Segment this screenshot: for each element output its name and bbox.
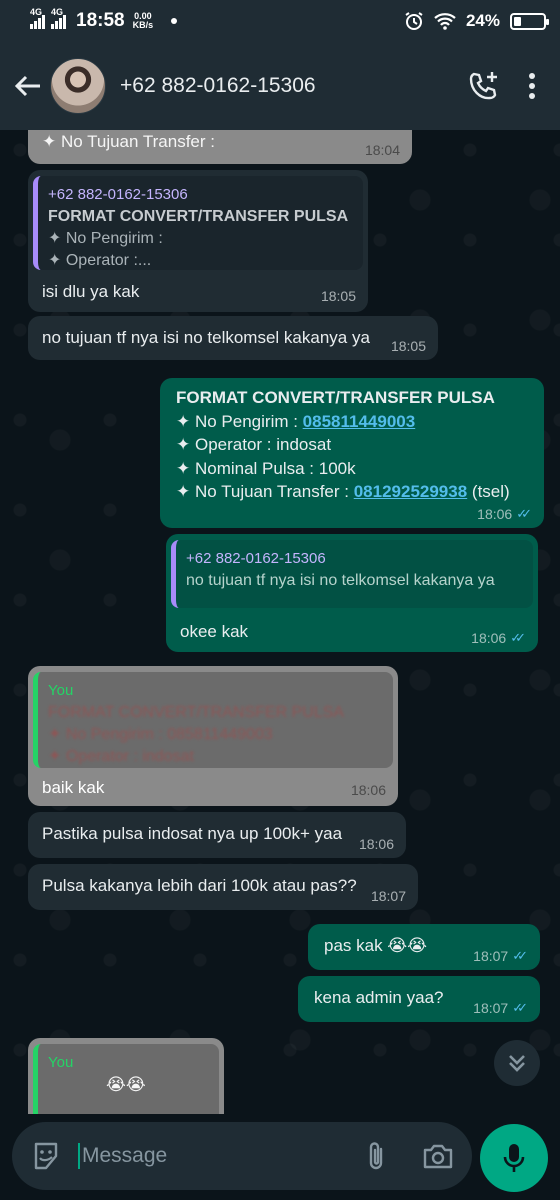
message-time: 18:06: [358, 836, 394, 852]
mic-icon: [503, 1144, 525, 1172]
format-line-destination: ✦ No Tujuan Transfer : 081292529938 (tse…: [176, 480, 510, 504]
voice-message-button[interactable]: [480, 1124, 548, 1192]
message-time: 18:05: [390, 338, 426, 354]
add-call-icon[interactable]: [468, 70, 500, 102]
format-line-sender: ✦ No Pengirim : 085811449003: [176, 410, 510, 434]
message-incoming[interactable]: ✦ No Tujuan Transfer : 18:04: [28, 130, 412, 164]
quoted-sender: You: [48, 1054, 74, 1071]
quoted-message[interactable]: +62 882-0162-15306 no tujuan tf nya isi …: [171, 540, 533, 608]
message-text: Pastika pulsa indosat nya up 100k+ yaa: [42, 824, 343, 843]
message-time: 18:06: [471, 630, 507, 646]
back-arrow-icon: [14, 75, 40, 97]
chat-header: +62 882-0162-15306: [0, 42, 560, 130]
message-outgoing[interactable]: FORMAT CONVERT/TRANSFER PULSA ✦ No Pengi…: [160, 378, 544, 528]
message-time: 18:07: [473, 1000, 509, 1016]
message-text: okee kak: [180, 622, 249, 641]
back-button[interactable]: [8, 66, 48, 106]
message-text: ✦ No Tujuan Transfer :: [42, 132, 215, 151]
quoted-sender: +62 882-0162-15306: [48, 186, 188, 203]
contact-name[interactable]: +62 882-0162-15306: [120, 74, 316, 98]
read-ticks-icon: ✓✓: [512, 948, 528, 963]
message-time: 18:07: [473, 948, 509, 964]
quoted-line: ✦ No Pengirim : 085811449003: [48, 726, 273, 743]
camera-icon[interactable]: [422, 1142, 454, 1170]
message-time: 18:07: [370, 888, 406, 904]
composer: Message: [0, 1114, 560, 1200]
message-outgoing[interactable]: kena admin yaa? 18:07 ✓✓: [298, 976, 540, 1022]
format-line-operator: ✦ Operator : indosat: [176, 435, 332, 454]
message-time: 18:05: [320, 288, 356, 304]
quoted-title: FORMAT CONVERT/TRANSFER PULSA: [48, 704, 345, 721]
double-chevron-down-icon: [509, 1055, 525, 1072]
read-ticks-icon: ✓✓: [512, 1000, 528, 1015]
message-outgoing[interactable]: +62 882-0162-15306 no tujuan tf nya isi …: [166, 534, 538, 652]
quoted-text: no tujuan tf nya isi no telkomsel kakany…: [186, 572, 495, 589]
line-label: ✦ No Tujuan Transfer :: [176, 482, 354, 501]
message-outgoing[interactable]: pas kak 😭😭 18:07 ✓✓: [308, 924, 540, 970]
battery-icon: [510, 12, 549, 30]
message-input[interactable]: Message: [82, 1144, 167, 1168]
network-label-2: 4G: [51, 7, 64, 17]
wifi-icon: [434, 13, 456, 30]
line-suffix: (tsel): [467, 482, 510, 501]
quoted-message[interactable]: You 😭😭: [33, 1044, 219, 1114]
net-speed-unit: KB/s: [132, 20, 154, 30]
format-title: FORMAT CONVERT/TRANSFER PULSA: [176, 388, 495, 407]
emoji-icon: [34, 1142, 58, 1170]
signal-icon-2: 4G: [51, 7, 66, 29]
message-input-container[interactable]: Message: [12, 1122, 472, 1190]
quoted-line: ✦ No Pengirim :: [48, 230, 163, 247]
message-text: isi dlu ya kak: [42, 282, 140, 301]
read-ticks-icon: ✓✓: [510, 630, 526, 645]
line-label: ✦ No Pengirim :: [176, 411, 303, 431]
message-body: FORMAT CONVERT/TRANSFER PULSA ✦ No Pengi…: [176, 386, 510, 504]
quoted-title: FORMAT CONVERT/TRANSFER PULSA: [48, 208, 349, 225]
quoted-sender: +62 882-0162-15306: [186, 550, 326, 567]
message-incoming[interactable]: You FORMAT CONVERT/TRANSFER PULSA ✦ No P…: [28, 666, 398, 806]
quoted-message[interactable]: You FORMAT CONVERT/TRANSFER PULSA ✦ No P…: [33, 672, 393, 768]
text-caret: [78, 1143, 80, 1169]
signal-icon-1: 4G: [30, 7, 45, 29]
network-label-1: 4G: [30, 7, 43, 17]
format-line-nominal: ✦ Nominal Pulsa : 100k: [176, 458, 356, 478]
chat-area[interactable]: ✦ No Tujuan Transfer : 18:04 +62 882-016…: [0, 130, 560, 1114]
message-text: Pulsa kakanya lebih dari 100k atau pas??: [42, 876, 357, 895]
message-time: 18:06: [350, 782, 386, 798]
emoji-button[interactable]: [20, 1141, 72, 1171]
phone-link[interactable]: 081292529938: [354, 482, 467, 501]
message-text: pas kak 😭😭: [324, 936, 428, 955]
quoted-message[interactable]: +62 882-0162-15306 FORMAT CONVERT/TRANSF…: [33, 176, 363, 270]
avatar[interactable]: [50, 58, 106, 114]
read-ticks-icon: ✓✓: [516, 506, 532, 521]
message-time: 18:06: [477, 506, 513, 522]
battery-percent: 24%: [465, 11, 500, 30]
message-text: kena admin yaa?: [314, 988, 444, 1007]
message-incoming[interactable]: You 😭😭: [28, 1038, 224, 1114]
clock: 18:58: [76, 10, 125, 31]
quoted-sender: You: [48, 682, 74, 699]
quoted-text: 😭😭: [106, 1075, 146, 1094]
message-incoming[interactable]: no tujuan tf nya isi no telkomsel kakany…: [28, 316, 438, 360]
scroll-to-bottom-button[interactable]: [494, 1040, 540, 1086]
attach-icon[interactable]: [366, 1140, 386, 1172]
message-incoming[interactable]: Pastika pulsa indosat nya up 100k+ yaa 1…: [28, 812, 406, 858]
net-speed: 0.00 KB/s: [133, 12, 154, 30]
message-incoming[interactable]: +62 882-0162-15306 FORMAT CONVERT/TRANSF…: [28, 170, 368, 312]
alarm-icon: [405, 12, 423, 30]
message-time: 18:04: [364, 142, 400, 158]
message-text: no tujuan tf nya isi no telkomsel kakany…: [42, 328, 370, 347]
message-incoming[interactable]: Pulsa kakanya lebih dari 100k atau pas??…: [28, 864, 418, 910]
message-text: baik kak: [42, 778, 105, 797]
notification-dot-icon: [171, 18, 178, 24]
quoted-line: ✦ Operator : indosat: [48, 748, 194, 765]
status-bar: 4G 4G 18:58 0.00 KB/s 24%: [0, 0, 560, 42]
more-vert-icon[interactable]: [528, 72, 536, 100]
phone-link[interactable]: 085811449003: [303, 412, 416, 431]
quoted-line: ✦ Operator :...: [48, 252, 152, 269]
